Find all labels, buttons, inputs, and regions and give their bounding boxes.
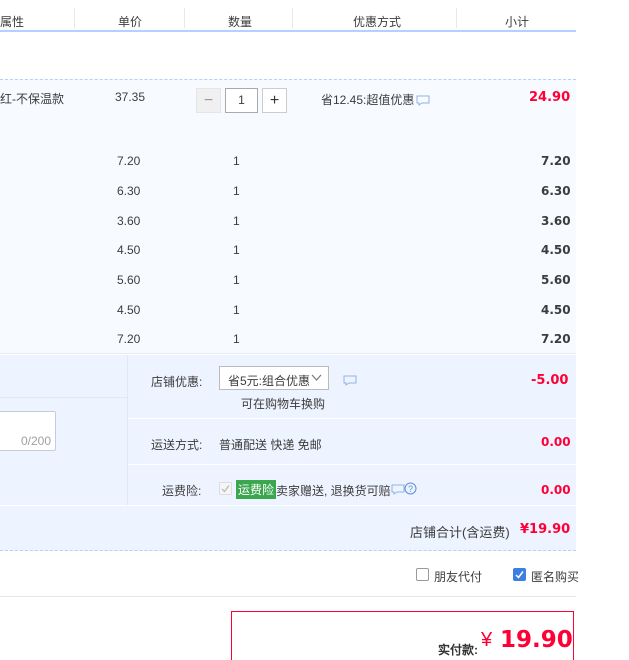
quantity-decrease-button[interactable]: − (196, 88, 221, 113)
item-unit-price: 37.35 (115, 90, 146, 104)
chevron-down-icon (311, 374, 322, 381)
sub-item-subtotal: 5.60 (541, 273, 571, 287)
shipping-amount: 0.00 (541, 435, 571, 449)
header-divider (74, 8, 75, 28)
sub-item-subtotal: 3.60 (541, 214, 571, 228)
insurance-description: 卖家赠送, 退换货可赔 (276, 484, 391, 498)
quantity-increase-button[interactable]: + (262, 88, 287, 113)
item-attribute: 红-不保温款 (0, 92, 64, 106)
payment-summary: 实付款: ¥ 19.90 (231, 611, 574, 660)
message-icon[interactable] (343, 375, 357, 386)
shop-discount-selected: 省5元:组合优惠 (228, 374, 311, 388)
sub-item-qty: 1 (233, 243, 240, 257)
sub-item-subtotal: 6.30 (541, 184, 571, 198)
sub-item-subtotal: 4.50 (541, 303, 571, 317)
insurance-label: 运费险: (162, 484, 202, 498)
header-qty: 数量 (228, 15, 253, 29)
insurance-checkbox (219, 482, 232, 495)
sub-item-qty: 1 (233, 332, 240, 346)
item-discount: 省12.45:超值优惠 (321, 93, 415, 107)
sub-item-subtotal: 4.50 (541, 243, 571, 257)
friend-pay-label[interactable]: 朋友代付 (434, 568, 482, 585)
header-divider (292, 8, 293, 28)
sub-item-subtotal: 7.20 (541, 332, 571, 346)
payment-label: 实付款: (438, 643, 478, 657)
shipping-method: 普通配送 快递 免邮 (219, 438, 322, 452)
sub-item-price: 4.50 (117, 303, 141, 317)
header-attr: 属性 (0, 15, 25, 29)
anonymous-checkbox[interactable] (513, 568, 526, 581)
sub-item-price: 6.30 (117, 184, 141, 198)
insurance-badge: 运费险 (236, 480, 277, 499)
message-icon[interactable] (416, 95, 430, 106)
order-item-row (0, 79, 576, 354)
header-price: 单价 (118, 15, 143, 29)
header-discount: 优惠方式 (353, 15, 402, 29)
payment-amount: 19.90 (500, 627, 573, 653)
sub-item-qty: 1 (233, 184, 240, 198)
check-icon (221, 485, 230, 493)
svg-text:?: ? (408, 484, 413, 494)
header-divider (456, 8, 457, 28)
sub-item-price: 7.20 (117, 154, 141, 168)
divider (0, 596, 576, 597)
payment-currency: ¥ (481, 629, 493, 651)
sub-item-subtotal: 7.20 (541, 154, 571, 168)
item-subtotal: 24.90 (529, 90, 571, 105)
sub-item-price: 7.20 (117, 332, 141, 346)
message-icon[interactable] (391, 484, 405, 495)
header-divider (184, 8, 185, 28)
sub-item-price: 5.60 (117, 273, 141, 287)
shop-total-value: ¥19.90 (520, 522, 571, 537)
quantity-stepper: − 1 + (196, 88, 287, 113)
anonymous-label[interactable]: 匿名购买 (531, 568, 579, 585)
sub-item-qty: 1 (233, 154, 240, 168)
friend-pay-checkbox[interactable] (416, 568, 429, 581)
shop-discount-select[interactable]: 省5元:组合优惠 (219, 366, 329, 390)
sub-item-qty: 1 (233, 273, 240, 287)
help-icon[interactable]: ? (404, 482, 417, 495)
sub-item-price: 3.60 (117, 214, 141, 228)
shipping-label: 运送方式: (151, 438, 203, 452)
header-subtotal: 小计 (505, 15, 530, 29)
shop-total-label: 店铺合计(含运费) (410, 525, 510, 540)
divider (128, 464, 576, 465)
check-icon (515, 571, 524, 579)
sub-item-price: 4.50 (117, 243, 141, 257)
shop-discount-hint: 可在购物车换购 (241, 397, 326, 411)
quantity-input[interactable]: 1 (225, 88, 258, 113)
shop-discount-amount: -5.00 (531, 373, 569, 388)
divider (128, 418, 576, 419)
insurance-amount: 0.00 (541, 483, 571, 497)
sub-item-qty: 1 (233, 303, 240, 317)
table-header: 属性 单价 数量 优惠方式 小计 (0, 0, 576, 32)
shop-discount-label: 店铺优惠: (151, 375, 203, 389)
sub-item-qty: 1 (233, 214, 240, 228)
message-char-count: 0/200 (20, 434, 51, 448)
buyer-message-input[interactable]: 0/200 (0, 411, 56, 451)
